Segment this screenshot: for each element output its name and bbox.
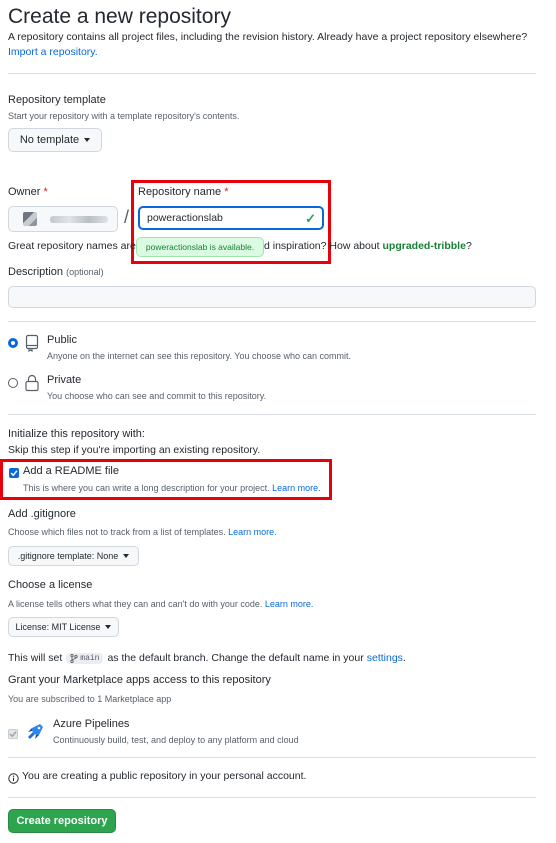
required-mark: *: [43, 186, 48, 198]
caret-down-icon: [84, 138, 91, 142]
azure-pipelines-desc: Continuously build, test, and deploy to …: [53, 735, 299, 745]
public-label: Public: [47, 334, 77, 346]
initialize-heading: Initialize this repository with:: [8, 428, 145, 440]
azure-pipelines-name: Azure Pipelines: [53, 718, 130, 730]
required-mark: *: [224, 186, 229, 198]
public-hint: Anyone on the internet can see this repo…: [47, 351, 352, 361]
owner-avatar: [23, 212, 37, 226]
check-icon: ✓: [305, 211, 316, 226]
page-title: Create a new repository: [8, 5, 231, 28]
public-radio[interactable]: [8, 338, 18, 348]
template-select-button[interactable]: No template: [8, 128, 102, 152]
branch-chip: main: [66, 652, 104, 664]
template-hint: Start your repository with a template re…: [8, 111, 240, 121]
repo-name-input[interactable]: poweractionslab ✓: [138, 206, 324, 230]
divider: [8, 73, 536, 74]
marketplace-hint: You are subscribed to 1 Marketplace app: [8, 694, 172, 704]
repo-name-value: poweractionslab: [147, 212, 223, 224]
divider: [8, 797, 536, 798]
readme-checkbox[interactable]: [9, 468, 19, 478]
description-label: Description (optional): [8, 266, 104, 278]
azure-pipelines-icon: [25, 722, 45, 747]
caret-down-icon: [123, 554, 130, 558]
readme-hint: This is where you can write a long descr…: [23, 483, 321, 493]
divider: [8, 414, 536, 415]
import-repository-link[interactable]: Import a repository.: [8, 46, 98, 58]
lock-icon: [24, 374, 40, 397]
settings-link[interactable]: settings: [367, 652, 403, 664]
private-hint: You choose who can see and commit to thi…: [47, 391, 267, 401]
license-select-button[interactable]: License: MIT License: [8, 617, 119, 637]
owner-name-blurred: [50, 215, 108, 223]
checkmark-icon: [10, 470, 18, 477]
gitignore-learn-more-link[interactable]: Learn more.: [228, 527, 277, 537]
initialize-hint: Skip this step if you're importing an ex…: [8, 444, 261, 456]
repo-name-label: Repository name *: [138, 186, 229, 198]
marketplace-heading: Grant your Marketplace apps access to th…: [8, 674, 271, 686]
license-heading: Choose a license: [8, 579, 93, 591]
license-select-label: License: MIT License: [15, 622, 101, 632]
private-label: Private: [47, 374, 82, 386]
public-repo-notice: You are creating a public repository in …: [22, 770, 307, 782]
create-repository-button[interactable]: Create repository: [8, 809, 116, 833]
divider: [8, 321, 536, 322]
description-input[interactable]: [8, 286, 536, 308]
branch-icon: [70, 653, 78, 663]
owner-repo-separator: /: [124, 207, 130, 227]
owner-select-button[interactable]: [8, 206, 118, 232]
owner-label: Owner *: [8, 186, 48, 198]
private-radio[interactable]: [8, 378, 18, 388]
template-select-label: No template: [19, 134, 80, 146]
caret-down-icon: [105, 625, 112, 629]
name-suggestion-prefix: Great repository names are: [8, 240, 136, 252]
readme-label: Add a README file: [23, 465, 119, 477]
name-suggestion-text: d inspiration? How about upgraded-tribbl…: [264, 240, 472, 252]
gitignore-select-button[interactable]: .gitignore template: None: [8, 546, 139, 566]
page-subtitle: A repository contains all project files,…: [8, 31, 528, 43]
gitignore-heading: Add .gitignore: [8, 508, 76, 520]
repo-icon: [24, 334, 40, 357]
license-learn-more-link[interactable]: Learn more.: [265, 599, 314, 609]
suggested-name-link[interactable]: upgraded-tribble: [383, 240, 466, 252]
info-icon: [8, 771, 19, 789]
optional-tag: (optional): [66, 267, 104, 277]
availability-tooltip: poweractionslab is available.: [136, 237, 264, 257]
azure-pipelines-checkbox[interactable]: [8, 729, 18, 739]
gitignore-hint: Choose which files not to track from a l…: [8, 527, 277, 537]
divider: [8, 757, 536, 758]
checkmark-icon: [9, 731, 17, 738]
readme-learn-more-link[interactable]: Learn more.: [272, 483, 321, 493]
default-branch-notice: This will set main as the default branch…: [8, 652, 406, 664]
gitignore-select-label: .gitignore template: None: [17, 551, 119, 561]
license-hint: A license tells others what they can and…: [8, 599, 314, 609]
template-label: Repository template: [8, 94, 106, 106]
